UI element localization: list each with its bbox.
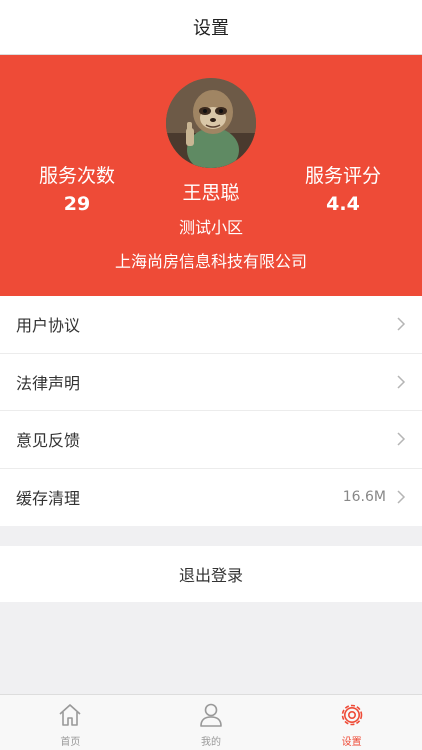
community-name: 测试小区 bbox=[178, 218, 243, 237]
chevron-right-icon bbox=[397, 375, 406, 389]
home-icon bbox=[59, 704, 81, 726]
menu-item-feedback[interactable]: 意见反馈 bbox=[0, 411, 422, 469]
logout-label: 退出登录 bbox=[178, 566, 243, 585]
menu-item-label: 用户协议 bbox=[16, 316, 81, 336]
profile-header: 服务次数 29 服务评分 4.4 王思聪 测试小区 上海尚房信息科技有限公司 bbox=[0, 55, 422, 296]
user-name: 王思聪 bbox=[182, 182, 240, 204]
page-title: 设置 bbox=[193, 18, 229, 39]
menu-item-label: 法律声明 bbox=[16, 373, 81, 393]
menu-item-label: 意见反馈 bbox=[16, 431, 81, 451]
avatar[interactable] bbox=[166, 78, 256, 168]
chevron-right-icon bbox=[397, 490, 406, 504]
cache-size: 16.6M bbox=[342, 489, 386, 506]
chevron-right-icon bbox=[397, 317, 406, 331]
user-icon bbox=[200, 703, 222, 727]
chevron-right-icon bbox=[397, 432, 406, 446]
menu-item-clear-cache[interactable]: 缓存清理 16.6M bbox=[0, 469, 422, 527]
tab-label: 我的 bbox=[201, 737, 221, 748]
company-name: 上海尚房信息科技有限公司 bbox=[114, 252, 307, 271]
tab-settings[interactable]: 设置 bbox=[281, 695, 422, 750]
gear-icon bbox=[341, 704, 362, 726]
logout-button[interactable]: 退出登录 bbox=[0, 546, 422, 602]
tab-label: 设置 bbox=[341, 737, 362, 748]
avatar-image bbox=[166, 78, 256, 168]
menu-item-user-agreement[interactable]: 用户协议 bbox=[0, 296, 422, 354]
settings-menu: 用户协议 法律声明 意见反馈 缓存清理 16.6M bbox=[0, 296, 422, 526]
tab-bar: 首页 我的 设置 bbox=[0, 694, 422, 750]
tab-home[interactable]: 首页 bbox=[0, 695, 141, 750]
tab-label: 首页 bbox=[60, 737, 81, 748]
navigation-bar: 设置 bbox=[0, 0, 422, 55]
menu-item-label: 缓存清理 bbox=[16, 489, 81, 509]
tab-mine[interactable]: 我的 bbox=[141, 695, 282, 750]
menu-item-legal-statement[interactable]: 法律声明 bbox=[0, 354, 422, 411]
